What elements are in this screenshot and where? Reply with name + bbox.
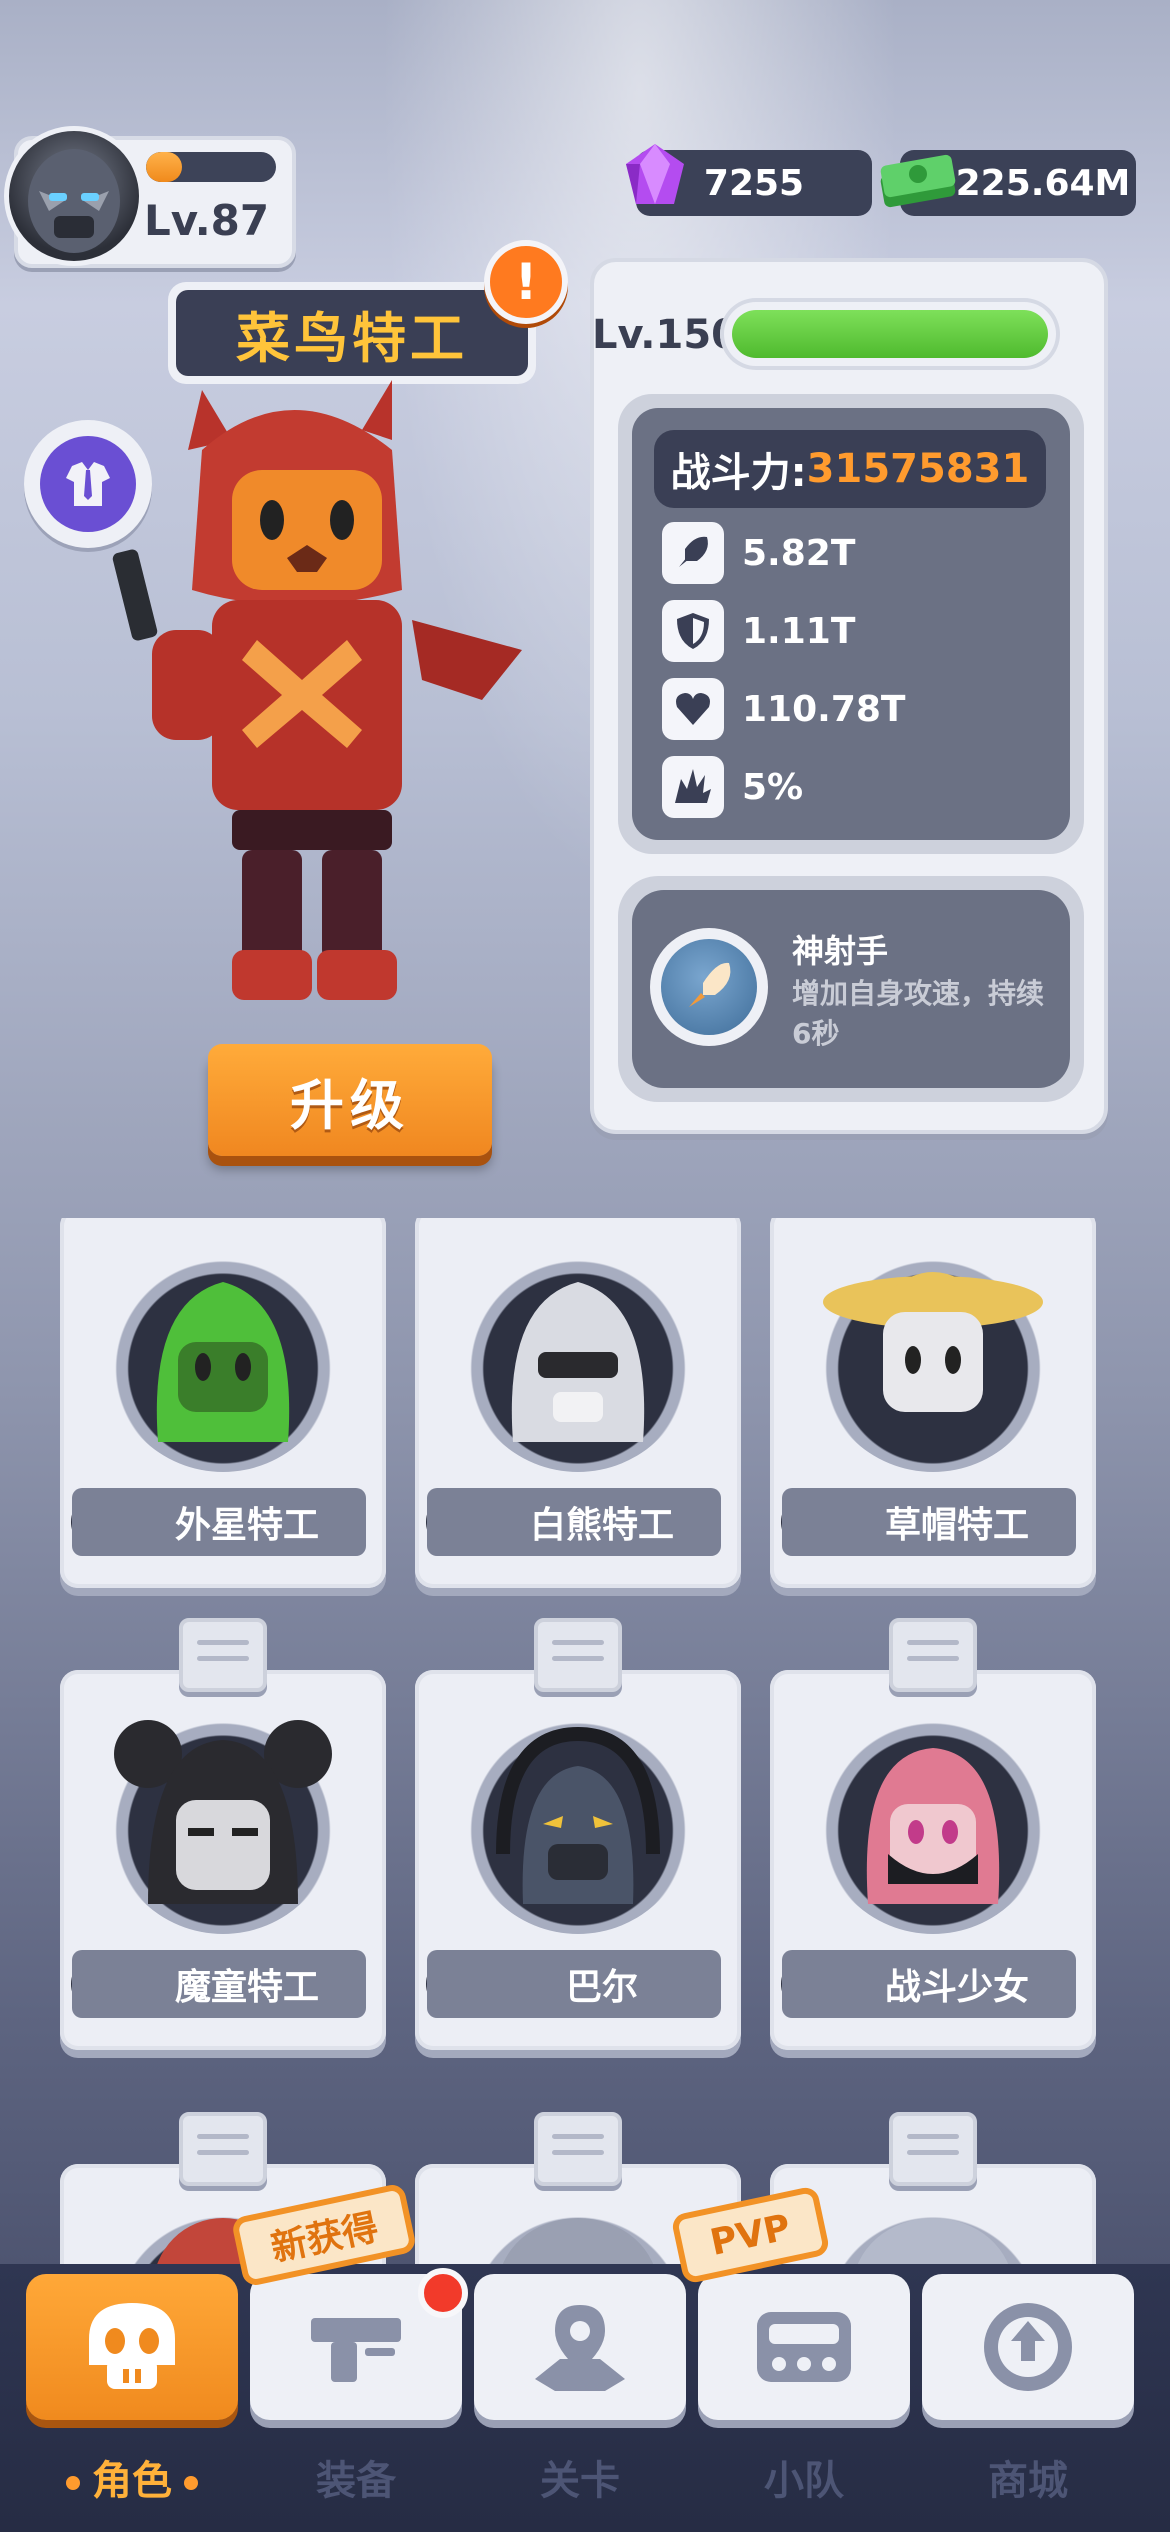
gun-icon [311, 2318, 401, 2382]
hero-portrait [818, 2198, 1048, 2264]
gem-icon [626, 144, 684, 204]
gem-count: 7255 [703, 162, 805, 204]
alert-icon[interactable]: ! [484, 240, 568, 324]
tab-equipment-label: 装备 [316, 2458, 396, 2504]
hero-level: Lv.150 [592, 312, 739, 358]
hero-portrait [463, 1704, 693, 1934]
stat-value-attack: 5.82T [742, 532, 856, 574]
hero-roster-grid: 150 外星特工 150 白熊特工 150 草帽特工 150 魔童特工 127 … [0, 1218, 1170, 2264]
hero-portrait [463, 1242, 693, 1472]
hero-card-polar-bear-agent[interactable]: 150 白熊特工 [415, 1218, 741, 1588]
hero-name: 菜鸟特工 [176, 290, 528, 376]
cash-icon [880, 154, 956, 208]
map-icon [535, 2305, 625, 2391]
defense-icon [662, 600, 724, 662]
stat-row-attack: 5.82T [662, 520, 855, 586]
upgrade-button[interactable]: 升级 [208, 1044, 492, 1156]
hero-card-name: 战斗少女 [782, 1950, 1076, 2018]
tab-stages-label: 关卡 [540, 2458, 620, 2504]
hero-card-name: 白熊特工 [427, 1488, 721, 1556]
combat-power: 战斗力: 31575831 [654, 430, 1046, 508]
stats-box: 战斗力: 31575831 5.82T 1.11T 110.78T 5% [618, 394, 1084, 854]
tab-character-text: 角色 [92, 2458, 172, 2504]
hero-level-bar [720, 298, 1060, 370]
card-clip [179, 1618, 267, 1692]
stat-value-crit: 5% [742, 766, 804, 808]
shop-icon [984, 2303, 1072, 2391]
hero-portrait [108, 1242, 338, 1472]
skill-description: 增加自身攻速，持续6秒 [792, 977, 1045, 1050]
card-clip [889, 1618, 977, 1692]
hero-portrait [463, 2198, 693, 2264]
stat-value-health: 110.78T [742, 688, 906, 730]
card-clip [534, 1618, 622, 1692]
hero-card-name: 巴尔 [427, 1950, 721, 2018]
tab-squad-label: 小队 [764, 2458, 844, 2504]
tab-shop[interactable] [922, 2274, 1134, 2420]
nav-dot-left [66, 2476, 80, 2490]
hero-portrait [818, 1242, 1048, 1472]
tab-squad[interactable] [698, 2274, 910, 2420]
hero-portrait [108, 1704, 338, 1934]
hero-card-battle-girl[interactable]: 111 战斗少女 [770, 1618, 1096, 2050]
attack-icon [662, 522, 724, 584]
crit-icon [662, 756, 724, 818]
stat-row-crit: 5% [662, 754, 803, 820]
skill-name: 神射手 [792, 932, 889, 970]
hero-level-bar-fill [732, 310, 1048, 358]
stat-row-defense: 1.11T [662, 598, 855, 664]
skill-box[interactable]: 神射手 增加自身攻速，持续6秒 [618, 876, 1084, 1102]
skill-icon [650, 928, 768, 1046]
hero-name-plate: 菜鸟特工 [168, 282, 536, 384]
squad-icon [757, 2312, 851, 2382]
stat-value-defense: 1.11T [742, 610, 856, 652]
notification-dot [418, 2268, 468, 2318]
hero-card-name: 魔童特工 [72, 1950, 366, 2018]
hero-card-baal[interactable]: 127 巴尔 [415, 1618, 741, 2050]
combat-power-value: 31575831 [806, 446, 1030, 492]
tab-character[interactable] [26, 2274, 238, 2420]
hero-card-name: 外星特工 [72, 1488, 366, 1556]
combat-power-label: 战斗力: [670, 450, 807, 496]
hero-card-name: 草帽特工 [782, 1488, 1076, 1556]
health-icon [662, 678, 724, 740]
hero-character-figure [112, 380, 522, 1000]
stat-row-health: 110.78T [662, 676, 905, 742]
card-clip [889, 2112, 977, 2186]
player-avatar[interactable] [4, 126, 144, 266]
card-clip [534, 2112, 622, 2186]
skull-icon [89, 2303, 175, 2389]
tab-stages[interactable] [474, 2274, 686, 2420]
card-clip [179, 2112, 267, 2186]
hero-portrait [818, 1704, 1048, 1934]
hero-card-demon-child-agent[interactable]: 150 魔童特工 [60, 1618, 386, 2050]
player-level: Lv.87 [144, 196, 270, 245]
hero-card-alien-agent[interactable]: 150 外星特工 [60, 1218, 386, 1588]
tab-shop-label: 商城 [988, 2458, 1068, 2504]
player-xp-bar [146, 152, 276, 182]
player-xp-fill [146, 152, 183, 182]
hero-card-straw-hat-agent[interactable]: 150 草帽特工 [770, 1218, 1096, 1588]
nav-dot-right [184, 2476, 198, 2490]
tab-character-label: 角色 [26, 2448, 238, 2506]
